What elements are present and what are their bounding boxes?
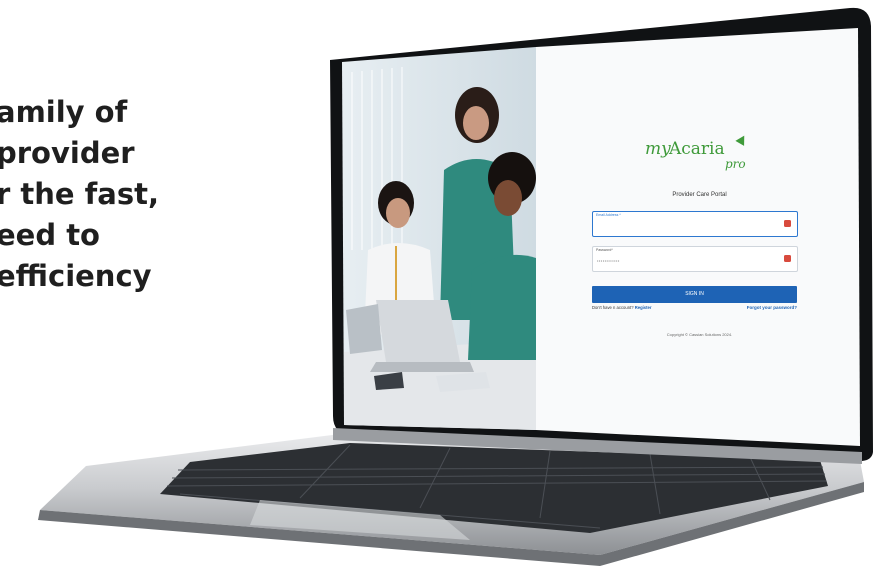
register-link[interactable]: Register [635, 305, 652, 310]
logo-my-text: my [645, 139, 671, 159]
hero-photo [342, 47, 536, 430]
login-form: my Acaria pro Provider Care Portal Email… [543, 48, 856, 428]
myacaria-pro-logo: my Acaria pro [645, 133, 755, 175]
field-error-icon [784, 220, 791, 227]
leaf-icon [735, 133, 749, 146]
account-links: Don't have n account? Register Forgot yo… [592, 305, 797, 313]
password-field[interactable]: Password* •••••••••••• [592, 246, 798, 272]
copyright-text: Copyright © Cassian Solutions 2024. [666, 332, 733, 337]
password-input[interactable]: •••••••••••• [597, 258, 620, 263]
sign-in-button[interactable]: SIGN IN [592, 286, 797, 303]
logo-acaria-text: Acaria [669, 139, 725, 159]
password-visibility-icon[interactable] [784, 255, 791, 262]
password-label: Password* [596, 248, 613, 252]
forgot-password-link[interactable]: Forgot your password? [747, 305, 797, 310]
no-account-text: Don't have n account? Register [592, 305, 651, 310]
portal-title: Provider Care Portal [672, 192, 727, 198]
logo-pro-text: pro [725, 157, 746, 171]
no-account-label: Don't have n account? [592, 305, 634, 310]
email-label: Email Address * [596, 213, 621, 217]
email-field[interactable]: Email Address * [592, 211, 798, 237]
